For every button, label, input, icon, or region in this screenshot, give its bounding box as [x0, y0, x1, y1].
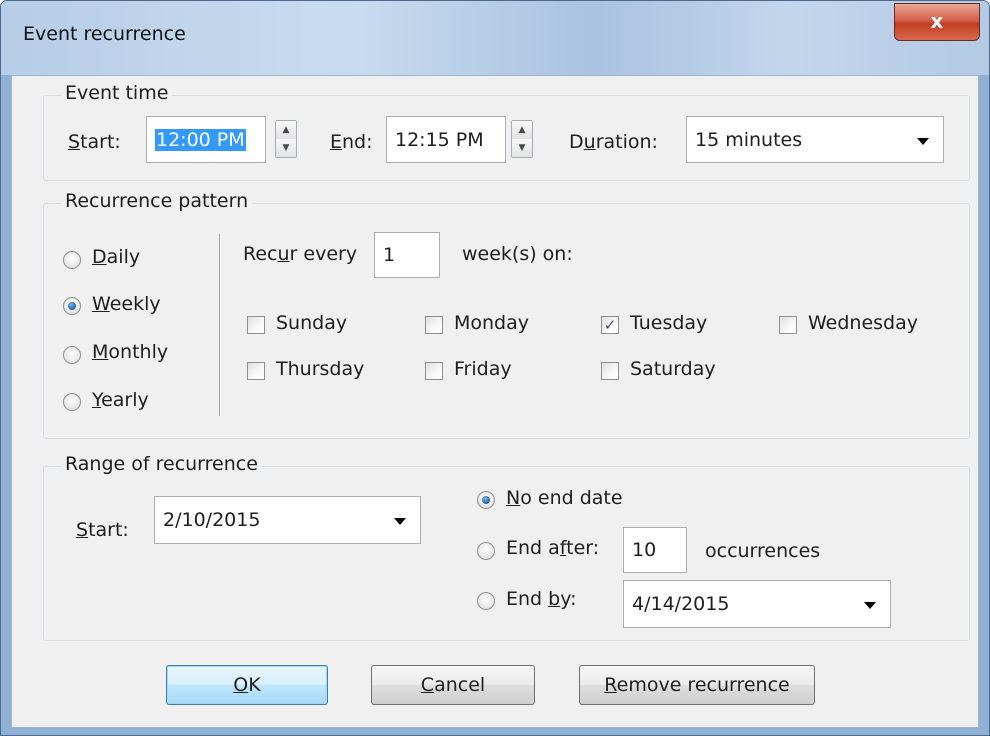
chevron-down-icon	[917, 137, 929, 145]
end-after-label[interactable]: End after:	[506, 537, 599, 559]
end-time-label: End:	[330, 131, 373, 153]
end-time-down-arrow-icon[interactable]: ▼	[512, 139, 532, 157]
friday-label[interactable]: Friday	[454, 358, 512, 380]
dialog-body: Event time Start: 12:00 PM ▲ ▼ End: 12:1…	[11, 75, 979, 728]
recurrence-pattern-group-label: Recurrence pattern	[61, 190, 253, 212]
duration-label: Duration:	[569, 131, 658, 153]
end-time-input[interactable]: 12:15 PM	[386, 116, 506, 163]
range-start-date-value: 2/10/2015	[163, 509, 261, 531]
event-time-group-label: Event time	[61, 82, 173, 104]
dialog-window: Event recurrence x Event time Start: 12:…	[0, 0, 990, 736]
radio-selected-dot	[68, 302, 76, 310]
occurrences-label: occurrences	[705, 540, 821, 562]
daily-label[interactable]: Daily	[92, 246, 140, 268]
start-time-down-arrow-icon[interactable]: ▼	[276, 139, 296, 157]
recur-every-suffix: week(s) on:	[462, 243, 573, 265]
no-end-date-radio[interactable]	[477, 491, 495, 509]
saturday-label[interactable]: Saturday	[630, 358, 716, 380]
thursday-label[interactable]: Thursday	[276, 358, 364, 380]
end-after-radio[interactable]	[477, 542, 495, 560]
end-by-date-select[interactable]: 4/14/2015	[623, 580, 891, 628]
end-time-value: 12:15 PM	[395, 128, 484, 151]
range-start-date-select[interactable]: 2/10/2015	[154, 496, 421, 544]
range-group-label: Range of recurrence	[61, 453, 262, 475]
tuesday-checkbox[interactable]: ✓	[601, 316, 619, 334]
end-by-label[interactable]: End by:	[506, 588, 576, 610]
daily-radio[interactable]	[63, 251, 81, 269]
recur-every-value: 1	[383, 244, 396, 266]
yearly-radio[interactable]	[63, 393, 81, 411]
yearly-label[interactable]: Yearly	[92, 389, 149, 411]
tuesday-label[interactable]: Tuesday	[630, 312, 707, 334]
thursday-checkbox[interactable]	[247, 362, 265, 380]
recur-every-input[interactable]: 1	[374, 232, 440, 278]
end-by-radio[interactable]	[477, 592, 495, 610]
end-time-spinner[interactable]: ▲ ▼	[511, 120, 533, 158]
title-bar: Event recurrence x	[1, 1, 989, 75]
no-end-date-label[interactable]: No end date	[506, 487, 623, 509]
end-after-input[interactable]: 10	[623, 527, 687, 573]
recur-every-label: Recur every	[243, 243, 358, 265]
start-time-value: 12:00 PM	[155, 128, 246, 151]
cancel-button[interactable]: Cancel	[371, 665, 535, 705]
radio-selected-dot	[482, 496, 490, 504]
weekly-label[interactable]: Weekly	[92, 293, 161, 315]
wednesday-checkbox[interactable]	[779, 316, 797, 334]
sunday-label[interactable]: Sunday	[276, 312, 347, 334]
duration-value: 15 minutes	[695, 128, 803, 151]
start-time-label: Start:	[68, 131, 121, 153]
weekly-radio[interactable]	[63, 297, 81, 315]
chevron-down-icon	[394, 518, 406, 525]
sunday-checkbox[interactable]	[247, 316, 265, 334]
monday-label[interactable]: Monday	[454, 312, 529, 334]
duration-select[interactable]: 15 minutes	[686, 116, 944, 163]
end-after-value: 10	[632, 539, 657, 561]
start-time-up-arrow-icon[interactable]: ▲	[276, 121, 296, 139]
chevron-down-icon	[864, 602, 876, 609]
close-icon: x	[930, 9, 944, 33]
start-time-input[interactable]: 12:00 PM	[146, 116, 266, 163]
saturday-checkbox[interactable]	[601, 362, 619, 380]
end-by-date-value: 4/14/2015	[632, 593, 730, 615]
end-time-up-arrow-icon[interactable]: ▲	[512, 121, 532, 139]
start-time-spinner[interactable]: ▲ ▼	[275, 120, 297, 158]
monthly-label[interactable]: Monthly	[92, 341, 168, 363]
checkmark-icon: ✓	[603, 315, 617, 334]
monthly-radio[interactable]	[63, 346, 81, 364]
pattern-divider	[219, 234, 221, 416]
window-title: Event recurrence	[23, 23, 186, 45]
friday-checkbox[interactable]	[425, 362, 443, 380]
ok-button[interactable]: OK	[166, 665, 328, 705]
remove-recurrence-button[interactable]: Remove recurrence	[579, 665, 815, 705]
monday-checkbox[interactable]	[425, 316, 443, 334]
close-button[interactable]: x	[894, 3, 980, 41]
range-start-label: Start:	[76, 519, 129, 541]
wednesday-label[interactable]: Wednesday	[808, 312, 918, 334]
